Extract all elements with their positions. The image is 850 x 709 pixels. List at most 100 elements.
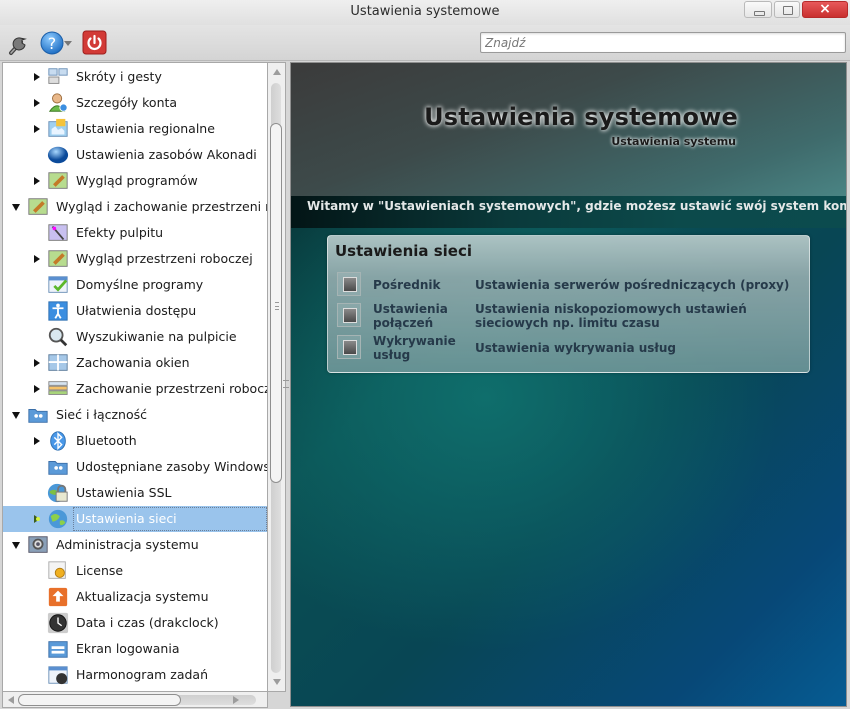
expander-highlight-icon [36, 517, 40, 521]
sidebar-item[interactable]: Skróty i gesty [3, 64, 267, 90]
login-screen-icon [48, 641, 68, 658]
sidebar-item-label: Zachowania okien [76, 355, 190, 370]
module-placeholder-icon [337, 272, 361, 296]
scroll-down-arrow-icon[interactable] [273, 679, 281, 685]
sidebar-item-label: Aktualizacja systemu [76, 589, 209, 604]
workspace-brush-icon [28, 198, 48, 215]
window-behavior-icon [48, 354, 68, 371]
grip-icon [275, 302, 279, 310]
system-admin-gear-icon [28, 536, 48, 553]
network-settings-card: Ustawienia sieci Pośrednik Ustawienia se… [327, 235, 810, 373]
sidebar-item[interactable]: Udostępniane zasoby Windows [3, 454, 267, 480]
sidebar-item[interactable]: Wygląd programów [3, 168, 267, 194]
card-item-description: Ustawienia niskopoziomowych ustawień sie… [475, 302, 747, 330]
sidebar-item-label: Ustawienia SSL [76, 485, 172, 500]
wrench-icon[interactable] [6, 30, 32, 56]
workspace-appearance-icon [48, 250, 68, 267]
sidebar-item-label: Ułatwienia dostępu [76, 303, 197, 318]
network-folder-icon [28, 409, 48, 423]
quit-icon[interactable] [82, 30, 108, 56]
desktop-effects-icon [48, 224, 68, 241]
expander-right-icon[interactable] [34, 99, 40, 107]
sidebar-item[interactable]: License [3, 558, 267, 584]
sidebar-item-label: Ekran logowania [76, 641, 180, 656]
title-bar: Ustawienia systemowe [0, 0, 850, 25]
card-item-name[interactable]: Pośrednik [373, 278, 463, 292]
accessibility-icon [48, 301, 68, 321]
sidebar-item[interactable]: Wygląd i zachowanie przestrzeni roboczej [3, 194, 267, 220]
scroll-right-arrow-icon[interactable] [233, 696, 239, 704]
expander-right-icon[interactable] [34, 255, 40, 263]
toolbar: ? [0, 25, 850, 61]
scroll-up-arrow-icon[interactable] [273, 69, 281, 75]
welcome-text: Witamy w "Ustawieniach systemowych", gdz… [307, 199, 846, 213]
appearance-brush-icon [48, 172, 68, 189]
sidebar-vertical-scrollbar[interactable] [268, 62, 286, 692]
expander-down-icon[interactable] [12, 542, 20, 549]
card-item-name[interactable]: Wykrywanie usług [373, 334, 463, 362]
expander-right-icon[interactable] [34, 359, 40, 367]
sidebar-horizontal-scrollbar[interactable] [2, 692, 268, 708]
search-input[interactable] [480, 32, 846, 53]
system-update-arrow-icon [48, 587, 68, 607]
sidebar-item[interactable]: Harmonogram zadań [3, 662, 267, 688]
sidebar-item[interactable]: Efekty pulpitu [3, 220, 267, 246]
keyboard-shortcuts-icon [48, 68, 68, 84]
help-icon[interactable]: ? [40, 30, 66, 56]
expander-down-icon[interactable] [12, 204, 20, 211]
module-placeholder-icon [337, 335, 361, 359]
module-placeholder-icon [337, 303, 361, 327]
license-certificate-icon [48, 561, 66, 579]
bluetooth-icon [50, 431, 66, 451]
expander-right-icon[interactable] [34, 437, 40, 445]
sidebar-item[interactable]: Bluetooth [3, 428, 267, 454]
sidebar-item[interactable]: Ustawienia sieci [3, 506, 267, 532]
sidebar-item[interactable]: Data i czas (drakclock) [3, 610, 267, 636]
sidebar-item[interactable]: Administracja systemu [3, 532, 267, 558]
scrollbar-thumb[interactable] [270, 123, 282, 483]
sidebar-item[interactable]: Ustawienia zasobów Akonadi [3, 142, 267, 168]
sidebar-item[interactable]: Ułatwienia dostępu [3, 298, 267, 324]
sidebar-item-label: Efekty pulpitu [76, 225, 164, 240]
expander-right-icon[interactable] [34, 125, 40, 133]
sidebar-item[interactable]: Sieć i łączność [3, 402, 267, 428]
user-account-icon [48, 93, 68, 112]
minimize-button[interactable] [744, 1, 772, 18]
expander-right-icon[interactable] [34, 385, 40, 393]
scroll-left-arrow-icon[interactable] [8, 696, 14, 704]
sidebar-item[interactable]: Ustawienia regionalne [3, 116, 267, 142]
sidebar-item[interactable]: Aktualizacja systemu [3, 584, 267, 610]
sidebar-item[interactable]: Domyślne programy [3, 272, 267, 298]
sidebar-item[interactable]: Szczegóły konta [3, 90, 267, 116]
sidebar-item-label: Ustawienia zasobów Akonadi [76, 147, 257, 162]
scrollbar-thumb[interactable] [18, 694, 181, 706]
expander-down-icon[interactable] [12, 412, 20, 419]
expander-right-icon[interactable] [34, 73, 40, 81]
sidebar-item[interactable]: Zachowanie przestrzeni roboczej [3, 376, 267, 402]
sidebar-item-label: Wygląd programów [76, 173, 198, 188]
sidebar-item[interactable]: Ustawienia SSL [3, 480, 267, 506]
sidebar-item-label: Administracja systemu [56, 537, 199, 552]
sidebar-item-label: Harmonogram zadań [76, 667, 208, 682]
sidebar-item-label: Wygląd i zachowanie przestrzeni roboczej [56, 199, 267, 214]
sidebar-item[interactable]: Zachowania okien [3, 350, 267, 376]
sidebar-item-label: Wyszukiwanie na pulpicie [76, 329, 237, 344]
expander-right-icon[interactable] [34, 177, 40, 185]
window-title: Ustawienia systemowe [350, 4, 500, 19]
sidebar-item[interactable]: Ekran logowania [3, 636, 267, 662]
sidebar-tree: Skróty i gesty Szczegóły konta Ustawienia … [2, 62, 268, 692]
card-item-description: Ustawienia serwerów pośredniczących (pro… [475, 278, 790, 292]
sidebar-item-label: Bluetooth [76, 433, 137, 448]
sidebar-item-label: Data i czas (drakclock) [76, 615, 219, 630]
main-panel: Ustawienia systemowe Ustawienia systemu … [290, 62, 847, 707]
card-item-name[interactable]: Ustawienia połączeń [373, 302, 463, 330]
sidebar-item-label: Zachowanie przestrzeni roboczej [76, 381, 268, 396]
sidebar-item[interactable]: Wygląd przestrzeni roboczej [3, 246, 267, 272]
close-button[interactable] [802, 1, 848, 18]
svg-text:?: ? [48, 34, 57, 53]
page-subtitle: Ustawienia systemu [611, 135, 736, 148]
maximize-button[interactable] [774, 1, 800, 18]
sidebar-item-label: Domyślne programy [76, 277, 204, 292]
help-dropdown-arrow-icon[interactable] [64, 41, 72, 46]
sidebar-item[interactable]: Wyszukiwanie na pulpicie [3, 324, 267, 350]
